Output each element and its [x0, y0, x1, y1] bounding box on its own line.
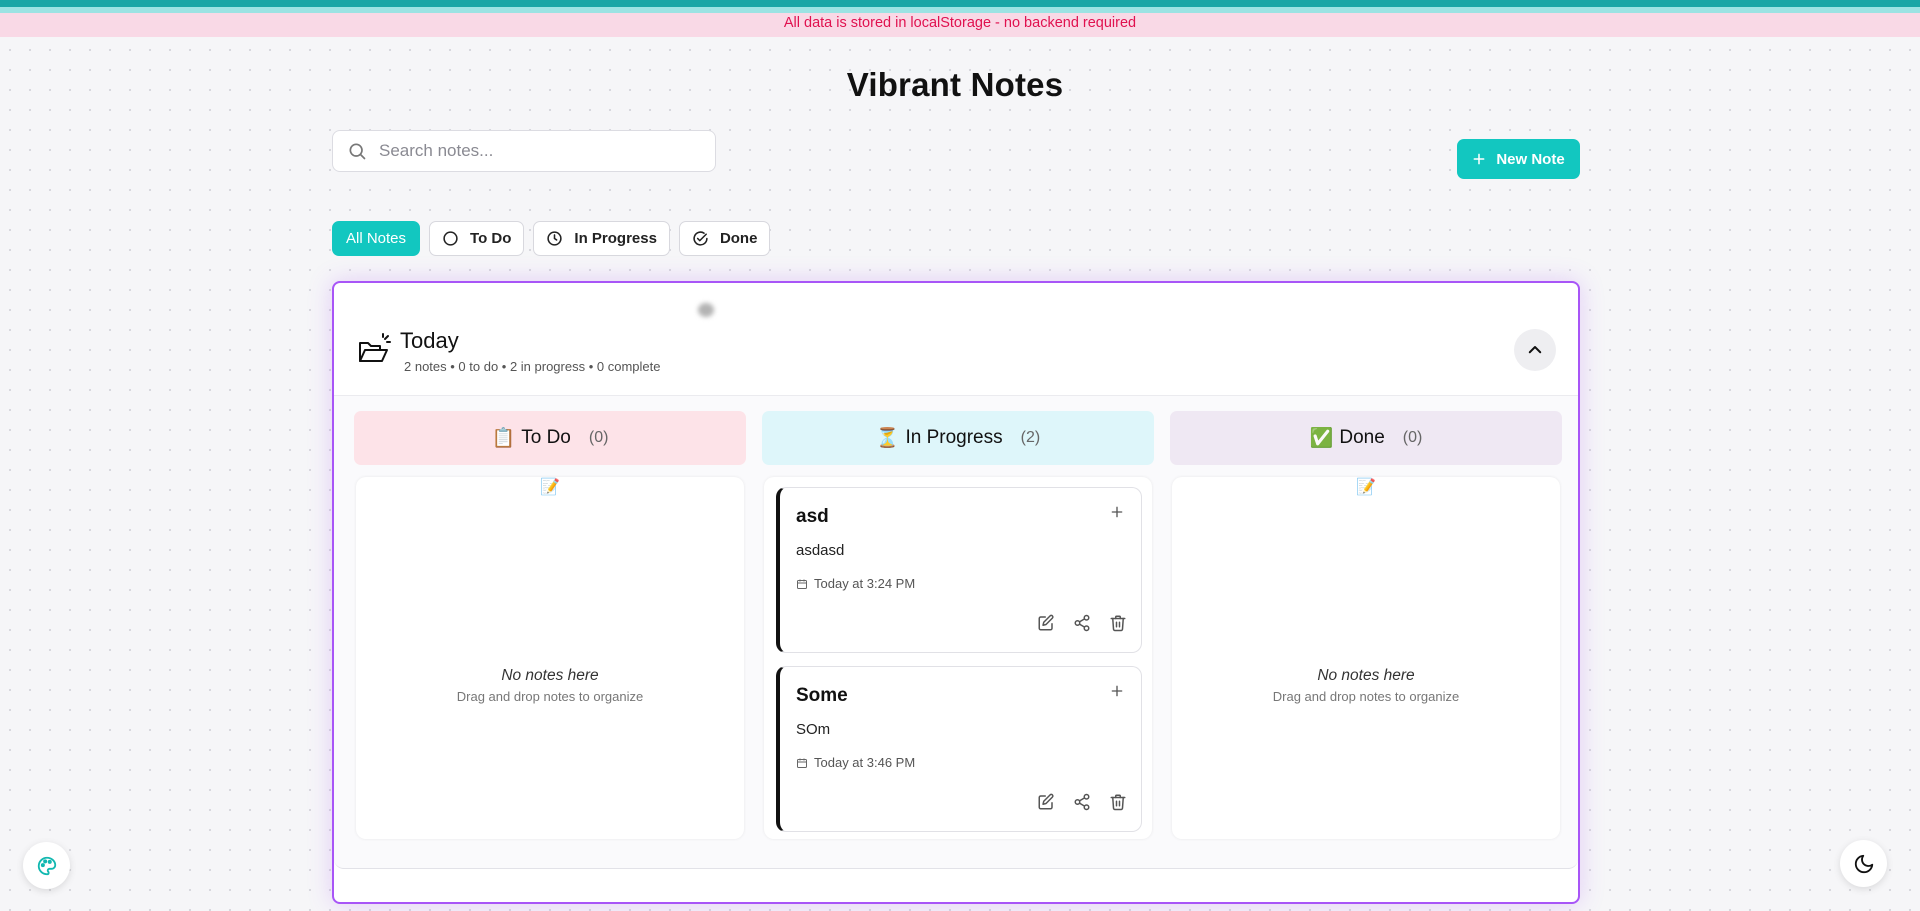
filter-in-progress[interactable]: In Progress — [533, 221, 670, 256]
column-emoji: 📋 — [491, 428, 516, 449]
theme-palette-button[interactable] — [23, 842, 70, 889]
date-group-today: Today 2 notes • 0 to do • 2 in progress … — [332, 281, 1580, 904]
edit-icon[interactable] — [1037, 793, 1055, 811]
circle-icon — [443, 231, 458, 246]
storage-banner: All data is stored in localStorage - no … — [0, 13, 1920, 37]
empty-title: No notes here — [501, 667, 599, 684]
new-note-label: New Note — [1496, 150, 1565, 168]
note-date: Today at 3:46 PM — [796, 755, 915, 770]
column-header: ✅ Done (0) — [1170, 411, 1562, 465]
column-dropzone[interactable]: 📝 No notes here Drag and drop notes to o… — [356, 477, 744, 839]
note-card[interactable]: asd asdasd Today at 3:24 PM — [776, 487, 1142, 653]
column-count: (2) — [1020, 429, 1041, 446]
status-filter-bar: All Notes To Do In Progress Done — [332, 221, 771, 256]
filter-done[interactable]: Done — [678, 221, 771, 256]
group-header[interactable]: Today 2 notes • 0 to do • 2 in progress … — [334, 283, 1578, 395]
empty-subtitle: Drag and drop notes to organize — [1272, 689, 1460, 704]
column-emoji: ✅ — [1309, 428, 1334, 449]
column-count: (0) — [588, 429, 609, 446]
filter-label: To Do — [470, 230, 512, 247]
chevron-up-icon — [1528, 346, 1542, 354]
edit-icon[interactable] — [1037, 614, 1055, 632]
share-icon[interactable] — [1073, 793, 1091, 811]
filter-label: All Notes — [346, 230, 407, 247]
search-box[interactable] — [332, 130, 716, 172]
column-label: Done — [1339, 427, 1385, 448]
page-title: Vibrant Notes — [846, 66, 1064, 103]
column-label: In Progress — [905, 427, 1003, 448]
dark-mode-toggle[interactable] — [1840, 840, 1887, 887]
column-dropzone[interactable]: 📝 No notes here Drag and drop notes to o… — [1172, 477, 1560, 839]
top-accent-stripe — [0, 0, 1920, 13]
calendar-icon — [797, 579, 807, 589]
calendar-icon — [797, 758, 807, 768]
column-count: (0) — [1402, 429, 1423, 446]
column-dropzone[interactable]: asd asdasd Today at 3:24 PM Some SOm Tod… — [764, 477, 1152, 839]
trash-icon[interactable] — [1109, 614, 1127, 632]
blurred-artifact — [698, 303, 714, 317]
note-actions — [1037, 614, 1127, 632]
filter-all-notes[interactable]: All Notes — [332, 221, 421, 256]
check-circle-icon — [693, 231, 708, 246]
column-emoji: ⏳ — [875, 428, 900, 449]
empty-note-icon: 📝 — [540, 479, 560, 496]
column-header: 📋 To Do (0) — [354, 411, 746, 465]
search-icon — [349, 143, 366, 160]
filter-to-do[interactable]: To Do — [429, 221, 525, 256]
note-date: Today at 3:24 PM — [796, 576, 915, 591]
column-done: ✅ Done (0) 📝 No notes here Drag and drop… — [1170, 411, 1562, 839]
palette-icon — [37, 856, 56, 875]
note-body: asdasd — [796, 542, 845, 559]
folder-open-icon — [359, 333, 391, 362]
column-to-do: 📋 To Do (0) 📝 No notes here Drag and dro… — [354, 411, 746, 839]
group-summary: 2 notes • 0 to do • 2 in progress • 0 co… — [404, 359, 661, 374]
empty-title: No notes here — [1317, 667, 1415, 684]
empty-subtitle: Drag and drop notes to organize — [456, 689, 644, 704]
filter-label: Done — [719, 230, 758, 247]
clock-icon — [547, 231, 563, 246]
share-icon[interactable] — [1073, 614, 1091, 632]
collapse-group-button[interactable] — [1514, 329, 1556, 371]
trash-icon[interactable] — [1109, 793, 1127, 811]
search-input[interactable] — [379, 141, 699, 161]
column-header: ⏳ In Progress (2) — [762, 411, 1154, 465]
column-label: To Do — [521, 427, 571, 448]
note-date-text: Today at 3:46 PM — [814, 755, 916, 770]
plus-icon — [1473, 153, 1485, 165]
note-body: SOm — [796, 721, 831, 738]
plus-icon[interactable] — [1109, 683, 1125, 699]
note-title: Some — [796, 685, 848, 706]
new-note-button[interactable]: New Note — [1457, 139, 1580, 179]
note-card[interactable]: Some SOm Today at 3:46 PM — [776, 666, 1142, 832]
empty-note-icon: 📝 — [1356, 479, 1376, 496]
kanban-board: 📋 To Do (0) 📝 No notes here Drag and dro… — [334, 395, 1578, 869]
note-title: asd — [796, 506, 829, 527]
note-actions — [1037, 793, 1127, 811]
column-in-progress: ⏳ In Progress (2) asd asdasd Today at 3:… — [762, 411, 1154, 839]
filter-label: In Progress — [574, 230, 657, 247]
note-date-text: Today at 3:24 PM — [814, 576, 916, 591]
plus-icon[interactable] — [1109, 504, 1125, 520]
group-title: Today — [400, 328, 459, 353]
moon-icon — [1854, 854, 1873, 873]
